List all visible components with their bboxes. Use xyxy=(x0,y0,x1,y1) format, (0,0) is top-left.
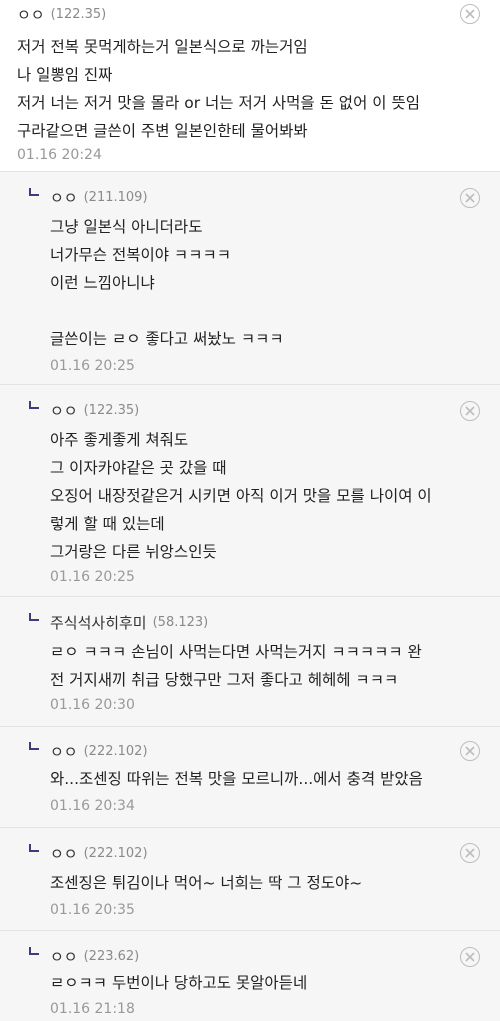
nickname[interactable]: ㅇㅇ xyxy=(50,741,78,762)
comment-line: 와...조센징 따위는 전복 맛을 모르니까...에서 충격 받았음 xyxy=(50,770,423,788)
delete-button[interactable] xyxy=(460,741,480,761)
comment-header: ㅇㅇ (222.102) xyxy=(50,842,148,864)
ip-address: (58.123) xyxy=(152,614,209,630)
delete-x-icon xyxy=(465,406,475,416)
ip-address: (223.62) xyxy=(83,948,140,964)
reply-comment: 주식석사히후미 (58.123) ㄹㅇ ㅋㅋㅋ 손님이 사먹는다면 사먹는거지 … xyxy=(0,597,500,727)
comment-line: 그 이자카야같은 곳 갔을 때 xyxy=(50,459,227,477)
comment-line: 이런 느낌아니냐 xyxy=(50,274,155,292)
comment-line: ㄹㅇㅋㅋ 두번이나 당하고도 못알아듣네 xyxy=(50,974,308,992)
comment-body: 그냥 일본식 아니더라도 너가무슨 전복이야 ㅋㅋㅋㅋ 이런 느낌아니냐 글쓴이… xyxy=(50,213,284,353)
comment-header: 주식석사히후미 (58.123) xyxy=(50,611,208,633)
comment-header: ㅇㅇ (211.109) xyxy=(50,186,148,208)
reply-arrow-icon xyxy=(29,844,39,852)
delete-button[interactable] xyxy=(460,947,480,967)
comment-body: 와...조센징 따위는 전복 맛을 모르니까...에서 충격 받았음 xyxy=(50,765,423,793)
comment-line: 렇게 할 때 있는데 xyxy=(50,515,165,533)
comment-header: ㅇㅇ (223.62) xyxy=(50,945,139,967)
nickname[interactable]: ㅇㅇ xyxy=(50,187,78,208)
comment-date: 01.16 20:34 xyxy=(50,798,135,814)
comment-line: 오징어 내장젓같은거 시키면 아직 이거 맛을 모를 나이여 이 xyxy=(50,487,432,505)
delete-x-icon xyxy=(465,952,475,962)
comment-date: 01.16 20:25 xyxy=(50,358,135,374)
comment-header: ㅇㅇ (122.35) xyxy=(50,399,139,421)
nickname[interactable]: ㅇㅇ xyxy=(50,400,78,421)
comment-date: 01.16 20:25 xyxy=(50,569,135,585)
comment-line: 전 거지새끼 취급 당했구만 그저 좋다고 헤헤헤 ㅋㅋㅋ xyxy=(50,671,399,689)
comment-line: 저거 전복 못먹게하는거 일본식으로 까는거임 xyxy=(17,38,308,56)
comment-line: 아주 좋게좋게 쳐줘도 xyxy=(50,431,189,449)
delete-button[interactable] xyxy=(460,843,480,863)
comment-body: 아주 좋게좋게 쳐줘도 그 이자카야같은 곳 갔을 때 오징어 내장젓같은거 시… xyxy=(50,426,432,566)
ip-address: (122.35) xyxy=(50,6,107,22)
reply-comment: ㅇㅇ (222.102) 조센징은 튀김이나 먹어~ 너희는 딱 그 정도야~ … xyxy=(0,828,500,931)
delete-button[interactable] xyxy=(460,401,480,421)
nickname[interactable]: ㅇㅇ xyxy=(50,946,78,967)
comment-line: 그거랑은 다른 뉘앙스인듯 xyxy=(50,543,217,561)
comment-body: ㄹㅇㅋㅋ 두번이나 당하고도 못알아듣네 xyxy=(50,969,307,997)
comment-thread: ㅇㅇ (122.35) 저거 전복 못먹게하는거 일본식으로 까는거임 나 일뽕… xyxy=(0,0,500,1021)
reply-arrow-icon xyxy=(29,742,39,750)
reply-arrow-icon xyxy=(29,947,39,955)
reply-comment: ㅇㅇ (222.102) 와...조센징 따위는 전복 맛을 모르니까...에서… xyxy=(0,727,500,828)
delete-x-icon xyxy=(465,746,475,756)
comment-body: ㄹㅇ ㅋㅋㅋ 손님이 사먹는다면 사먹는거지 ㅋㅋㅋㅋㅋ 완 전 거지새끼 취급… xyxy=(50,638,422,694)
delete-button[interactable] xyxy=(460,188,480,208)
nickname[interactable]: ㅇㅇ xyxy=(17,4,45,25)
comment-line: 글쓴이는 ㄹㅇ 좋다고 써놨노 ㅋㅋㅋ xyxy=(50,330,284,348)
delete-x-icon xyxy=(465,193,475,203)
nickname[interactable]: 주식석사히후미 xyxy=(50,612,147,633)
nickname[interactable]: ㅇㅇ xyxy=(50,843,78,864)
comment-date: 01.16 21:18 xyxy=(50,1001,135,1017)
reply-arrow-icon xyxy=(29,401,39,409)
reply-comment: ㅇㅇ (122.35) 아주 좋게좋게 쳐줘도 그 이자카야같은 곳 갔을 때 … xyxy=(0,385,500,597)
comment-date: 01.16 20:30 xyxy=(50,697,135,713)
comment-body: 조센징은 튀김이나 먹어~ 너희는 딱 그 정도야~ xyxy=(50,869,362,897)
comment-line: 조센징은 튀김이나 먹어~ 너희는 딱 그 정도야~ xyxy=(50,874,363,892)
delete-button[interactable] xyxy=(460,4,480,24)
comment-header: ㅇㅇ (222.102) xyxy=(50,740,148,762)
delete-x-icon xyxy=(465,9,475,19)
comment-line: 저거 너는 저거 맛을 몰라 or 너는 저거 사먹을 돈 없어 이 뜻임 xyxy=(17,94,420,112)
ip-address: (211.109) xyxy=(83,189,148,205)
ip-address: (222.102) xyxy=(83,743,148,759)
comment-line: 그냥 일본식 아니더라도 xyxy=(50,218,203,236)
comment-date: 01.16 20:35 xyxy=(50,902,135,918)
comment-line: 나 일뽕임 진짜 xyxy=(17,66,113,84)
comment-header: ㅇㅇ (122.35) xyxy=(17,3,106,25)
reply-comment: ㅇㅇ (223.62) ㄹㅇㅋㅋ 두번이나 당하고도 못알아듣네 01.16 2… xyxy=(0,931,500,1021)
comment-line: 너가무슨 전복이야 ㅋㅋㅋㅋ xyxy=(50,246,231,264)
delete-x-icon xyxy=(465,848,475,858)
reply-comment: ㅇㅇ (211.109) 그냥 일본식 아니더라도 너가무슨 전복이야 ㅋㅋㅋㅋ… xyxy=(0,172,500,385)
comment-line: ㄹㅇ ㅋㅋㅋ 손님이 사먹는다면 사먹는거지 ㅋㅋㅋㅋㅋ 완 xyxy=(50,643,422,661)
comment-body: 저거 전복 못먹게하는거 일본식으로 까는거임 나 일뽕임 진짜 저거 너는 저… xyxy=(17,33,420,145)
ip-address: (122.35) xyxy=(83,402,140,418)
reply-arrow-icon xyxy=(29,188,39,196)
reply-arrow-icon xyxy=(29,613,39,621)
comment: ㅇㅇ (122.35) 저거 전복 못먹게하는거 일본식으로 까는거임 나 일뽕… xyxy=(0,0,500,172)
comment-date: 01.16 20:24 xyxy=(17,147,102,163)
ip-address: (222.102) xyxy=(83,845,148,861)
comment-line: 구라같으면 글쓴이 주변 일본인한테 물어봐봐 xyxy=(17,122,308,140)
